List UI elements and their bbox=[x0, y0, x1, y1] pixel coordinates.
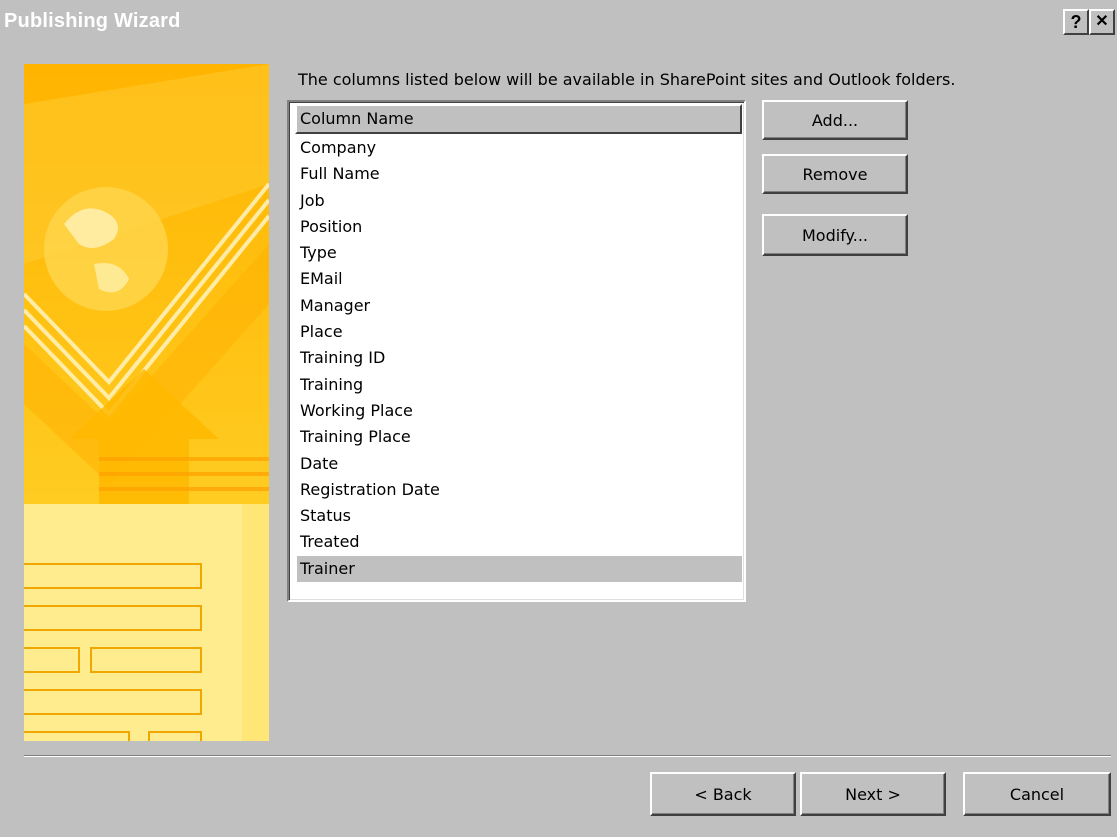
modify-button[interactable]: Modify... bbox=[762, 214, 908, 256]
list-item[interactable]: Training Place bbox=[297, 424, 742, 450]
intro-text: The columns listed below will be availab… bbox=[298, 70, 956, 89]
wizard-illustration-graphic bbox=[24, 64, 269, 741]
footer-separator bbox=[24, 755, 1111, 757]
list-item[interactable]: Training bbox=[297, 372, 742, 398]
help-button[interactable]: ? bbox=[1063, 9, 1089, 35]
list-item[interactable]: Status bbox=[297, 503, 742, 529]
column-rows: Company Full Name Job Position Type EMai… bbox=[297, 135, 742, 583]
wizard-illustration bbox=[24, 64, 269, 741]
list-item[interactable]: Manager bbox=[297, 293, 742, 319]
close-button[interactable]: ✕ bbox=[1089, 9, 1115, 35]
help-icon: ? bbox=[1070, 12, 1082, 32]
list-item-selected[interactable]: Trainer bbox=[297, 555, 742, 583]
list-item[interactable]: Registration Date bbox=[297, 477, 742, 503]
list-item[interactable]: Full Name bbox=[297, 161, 742, 187]
back-button[interactable]: < Back bbox=[650, 772, 796, 816]
list-item[interactable]: Position bbox=[297, 214, 742, 240]
list-item[interactable]: Type bbox=[297, 240, 742, 266]
remove-button[interactable]: Remove bbox=[762, 154, 908, 194]
cancel-button[interactable]: Cancel bbox=[963, 772, 1111, 816]
title-bar: Publishing Wizard ? ✕ bbox=[0, 0, 1117, 46]
list-item[interactable]: Treated bbox=[297, 529, 742, 555]
add-button[interactable]: Add... bbox=[762, 100, 908, 140]
close-icon: ✕ bbox=[1095, 13, 1109, 30]
column-list[interactable]: Column Name Company Full Name Job Positi… bbox=[287, 100, 746, 602]
window-title: Publishing Wizard bbox=[4, 10, 181, 32]
list-item[interactable]: EMail bbox=[297, 266, 742, 292]
list-item[interactable]: Job bbox=[297, 188, 742, 214]
list-item[interactable]: Working Place bbox=[297, 398, 742, 424]
next-button[interactable]: Next > bbox=[800, 772, 946, 816]
list-item[interactable]: Place bbox=[297, 319, 742, 345]
list-item[interactable]: Date bbox=[297, 451, 742, 477]
column-name-header[interactable]: Column Name bbox=[295, 104, 742, 134]
list-item[interactable]: Training ID bbox=[297, 345, 742, 371]
list-item[interactable]: Company bbox=[297, 135, 742, 161]
